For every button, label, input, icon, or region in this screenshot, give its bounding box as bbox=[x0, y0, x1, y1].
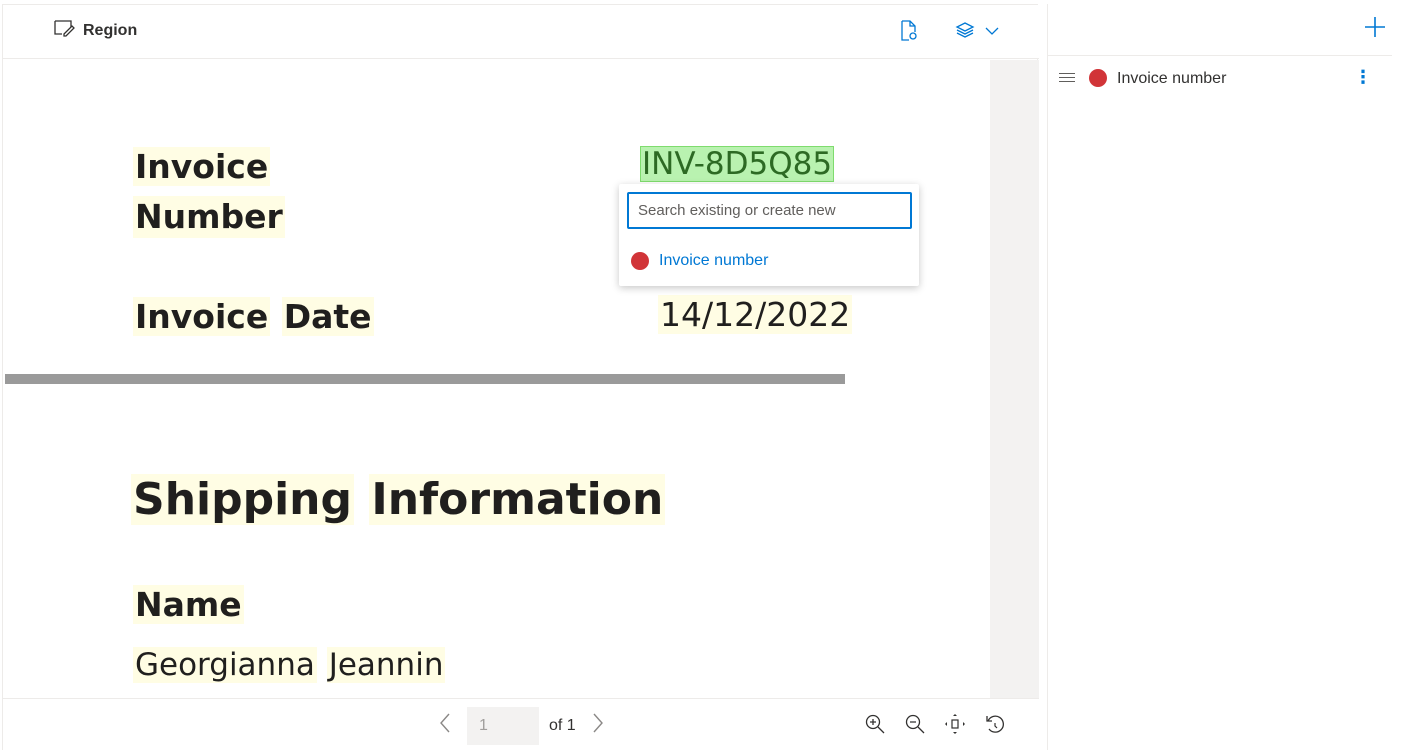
viewer-toolbar: Region bbox=[3, 5, 1039, 59]
page-number-input[interactable] bbox=[467, 707, 539, 745]
invoice-date-value[interactable]: 14/12/2022 bbox=[658, 294, 853, 336]
page-count-text: of 1 bbox=[549, 717, 576, 734]
layers-icon[interactable] bbox=[955, 20, 975, 45]
canvas-scrollbar[interactable] bbox=[990, 60, 1039, 700]
zoom-controls bbox=[863, 711, 1007, 737]
page-navigator: of 1 bbox=[433, 707, 610, 745]
shipping-heading[interactable]: Shipping Information bbox=[131, 472, 666, 528]
drag-handle-icon[interactable] bbox=[1059, 73, 1075, 85]
field-item-invoice-number[interactable]: Invoice number ⋮ bbox=[1048, 64, 1392, 96]
region-button[interactable]: Region bbox=[53, 19, 137, 42]
more-options-icon[interactable]: ⋮ bbox=[1354, 68, 1372, 86]
zoom-in-icon[interactable] bbox=[863, 711, 887, 737]
field-color-dot bbox=[1089, 69, 1107, 87]
field-label: Invoice number bbox=[1117, 70, 1227, 87]
invoice-number-value[interactable]: INV-8D5Q85 bbox=[640, 146, 835, 182]
label-picker-popup: Invoice number bbox=[619, 184, 919, 286]
zoom-out-icon[interactable] bbox=[903, 711, 927, 737]
invoice-number-label[interactable]: Invoice Number bbox=[133, 146, 285, 238]
label-option-invoice-number[interactable]: Invoice number bbox=[619, 246, 919, 276]
region-draw-icon bbox=[53, 19, 75, 42]
fields-panel: Invoice number ⋮ bbox=[1048, 4, 1392, 750]
rotate-icon[interactable] bbox=[983, 711, 1007, 737]
invoice-date-label[interactable]: Invoice Date bbox=[133, 296, 374, 338]
document-viewer: Region Invoice Number INV-8D5Q85 Invoice… bbox=[2, 4, 1039, 751]
region-button-label: Region bbox=[83, 21, 138, 39]
fit-to-page-icon[interactable] bbox=[943, 711, 967, 737]
label-option-text: Invoice number bbox=[659, 252, 769, 269]
label-color-dot bbox=[631, 252, 649, 270]
name-label[interactable]: Name bbox=[133, 584, 244, 626]
add-field-button[interactable] bbox=[1364, 16, 1386, 43]
chevron-down-icon[interactable] bbox=[985, 23, 999, 41]
fields-panel-header bbox=[1048, 4, 1392, 56]
document-canvas[interactable]: Invoice Number INV-8D5Q85 Invoice Date 1… bbox=[3, 60, 990, 700]
viewer-bottom-bar: of 1 bbox=[3, 698, 1039, 751]
name-value[interactable]: Georgianna Jeannin bbox=[133, 644, 446, 686]
label-search-input[interactable] bbox=[627, 192, 912, 229]
separator-line bbox=[5, 374, 845, 384]
previous-page-button[interactable] bbox=[433, 713, 457, 739]
next-page-button[interactable] bbox=[586, 713, 610, 739]
document-analyze-icon[interactable] bbox=[899, 20, 919, 47]
